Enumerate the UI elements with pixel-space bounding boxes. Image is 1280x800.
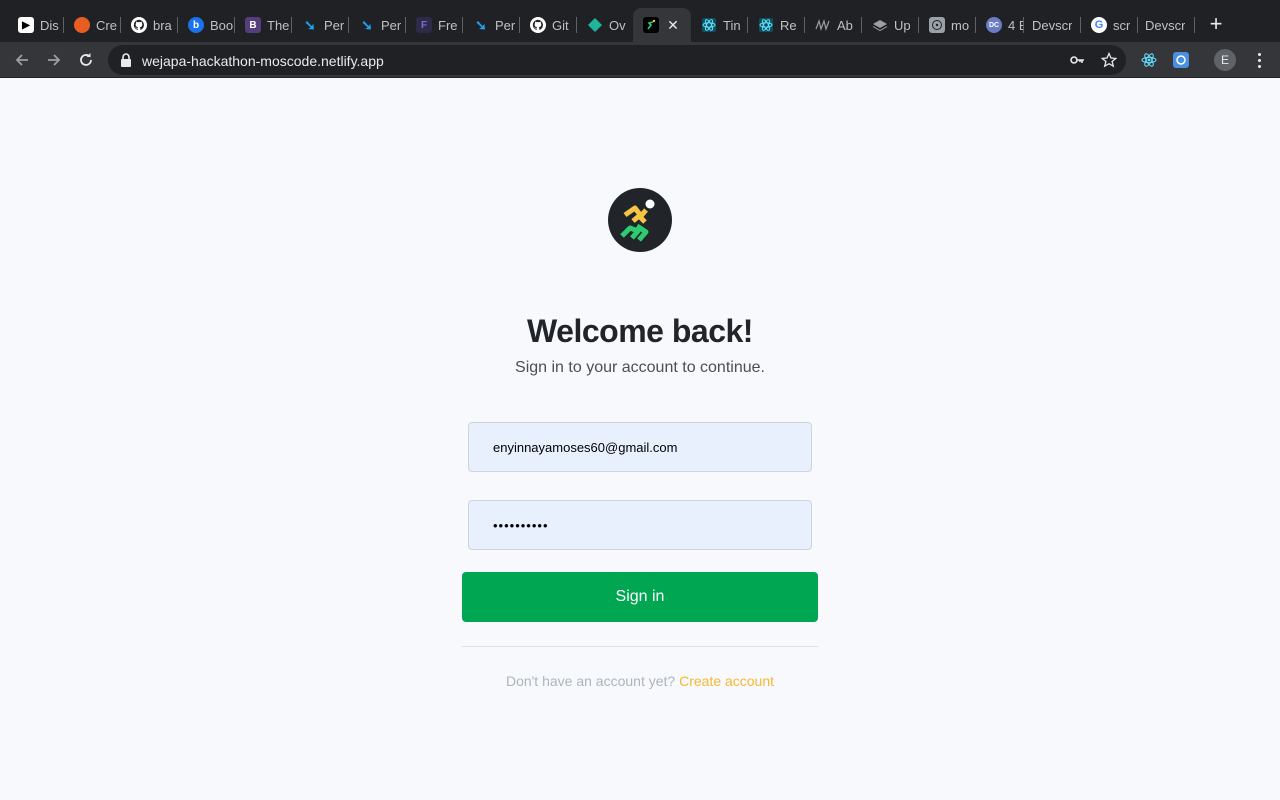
browser-tab[interactable]: ➘ Per	[463, 8, 520, 42]
runner-logo-icon	[620, 199, 655, 242]
browser-tab[interactable]: Devscr	[1024, 8, 1081, 42]
back-button[interactable]	[10, 48, 34, 72]
orange-flame-icon	[74, 17, 90, 33]
email-field[interactable]	[468, 422, 812, 472]
browser-toolbar: wejapa-hackathon-moscode.netlify.app E	[0, 42, 1280, 78]
react-devtools-icon[interactable]	[1139, 50, 1159, 70]
browser-tab[interactable]: Up	[862, 8, 919, 42]
tab-title: bra	[153, 17, 172, 33]
tab-title: Devscr	[1145, 17, 1186, 33]
browser-tab[interactable]: Ab	[805, 8, 862, 42]
runner-icon	[643, 17, 659, 33]
browser-tab[interactable]: Tin	[691, 8, 748, 42]
tab-title: Boo	[210, 17, 234, 33]
app-logo	[608, 188, 672, 252]
browser-tab[interactable]: B The	[235, 8, 292, 42]
browser-tab[interactable]: bra	[121, 8, 178, 42]
signup-prompt-text: Don't have an account yet?	[505, 673, 676, 689]
lock-icon	[121, 53, 131, 67]
tab-title: Up	[894, 17, 911, 33]
react-icon	[758, 17, 774, 33]
close-tab-icon[interactable]: ✕	[665, 17, 681, 33]
profile-avatar[interactable]: E	[1214, 49, 1236, 71]
tab-title: Per	[381, 17, 402, 33]
tab-title: Git	[552, 17, 569, 33]
tab-title: Cre	[96, 17, 117, 33]
reload-button[interactable]	[74, 48, 98, 72]
tab-title: Per	[495, 17, 516, 33]
tab-title: Devscr	[1032, 17, 1073, 33]
browser-tab[interactable]: b Boo	[178, 8, 235, 42]
browser-tab[interactable]: DC 4 E	[976, 8, 1024, 42]
page-title: Welcome back!	[527, 313, 753, 349]
blue-bird-icon: ➘	[361, 16, 373, 33]
tab-separator	[1194, 17, 1195, 33]
browser-tab[interactable]: ➘ Per	[349, 8, 406, 42]
key-icon[interactable]	[1068, 51, 1086, 69]
tab-title: Per	[324, 17, 345, 33]
browser-tab[interactable]: G scr	[1081, 8, 1138, 42]
b-blue-icon: b	[188, 17, 204, 33]
tab-title: Tin	[723, 17, 741, 33]
tab-title: Dis	[40, 17, 59, 33]
framer-icon: F	[416, 17, 432, 33]
arrow-left-icon	[15, 54, 28, 66]
browser-tab[interactable]: Ov	[577, 8, 633, 42]
divider	[462, 646, 818, 647]
password-field[interactable]	[468, 500, 812, 550]
blue-bird-icon: ➘	[304, 16, 316, 33]
github-icon	[131, 17, 147, 33]
browser-tab[interactable]: mo	[919, 8, 976, 42]
browser-tab[interactable]: Devscr	[1138, 8, 1195, 42]
browser-tab[interactable]: Git	[520, 8, 577, 42]
tab-title: The	[267, 17, 290, 33]
page-subtitle: Sign in to your account to continue.	[515, 359, 765, 376]
reload-icon	[80, 53, 92, 66]
browser-tab[interactable]: ➘ Per	[292, 8, 349, 42]
signup-prompt: Don't have an account yet? Create accoun…	[0, 673, 1280, 689]
atom-gray-icon	[929, 17, 945, 33]
browser-tab[interactable]: ▶ Dis	[8, 8, 64, 42]
address-bar[interactable]: wejapa-hackathon-moscode.netlify.app	[108, 45, 1126, 75]
tab-title: Ov	[609, 17, 626, 33]
url-text: wejapa-hackathon-moscode.netlify.app	[142, 53, 384, 69]
tab-title: scr	[1113, 17, 1131, 33]
browser-tab-active[interactable]: ✕	[633, 8, 691, 42]
browser-tab[interactable]: F Fre	[406, 8, 463, 42]
browser-tab[interactable]: Re	[748, 8, 805, 42]
arrow-right-icon	[48, 54, 61, 66]
extension-shield-icon[interactable]	[1171, 50, 1191, 70]
bookmark-star-icon[interactable]	[1100, 51, 1118, 69]
layers-icon	[872, 17, 888, 33]
tab-strip: ▶ Dis Cre bra b Boo B The ➘ Per ➘ Per F …	[0, 0, 1280, 42]
tab-title: Fre	[438, 17, 458, 33]
create-account-link[interactable]: Create account	[679, 673, 774, 689]
react-icon	[701, 17, 717, 33]
github-icon	[530, 17, 546, 33]
bootstrap-icon: B	[245, 17, 261, 33]
new-tab-button[interactable]: +	[1205, 13, 1227, 35]
sign-in-button[interactable]: Sign in	[462, 572, 818, 622]
google-icon: G	[1091, 17, 1107, 33]
browser-menu-icon[interactable]	[1250, 50, 1268, 70]
blue-bird-icon: ➘	[475, 16, 487, 33]
dc-icon: DC	[986, 17, 1002, 33]
tab-title: Re	[780, 17, 797, 33]
tab-title: mo	[951, 17, 970, 33]
dark-app-icon: ▶	[18, 17, 34, 33]
scribble-icon	[815, 17, 831, 33]
tab-title: 4 E	[1008, 17, 1024, 33]
forward-button[interactable]	[42, 48, 66, 72]
teal-diamond-icon	[587, 17, 603, 33]
tab-title: Ab	[837, 17, 853, 33]
browser-tab[interactable]: Cre	[64, 8, 121, 42]
